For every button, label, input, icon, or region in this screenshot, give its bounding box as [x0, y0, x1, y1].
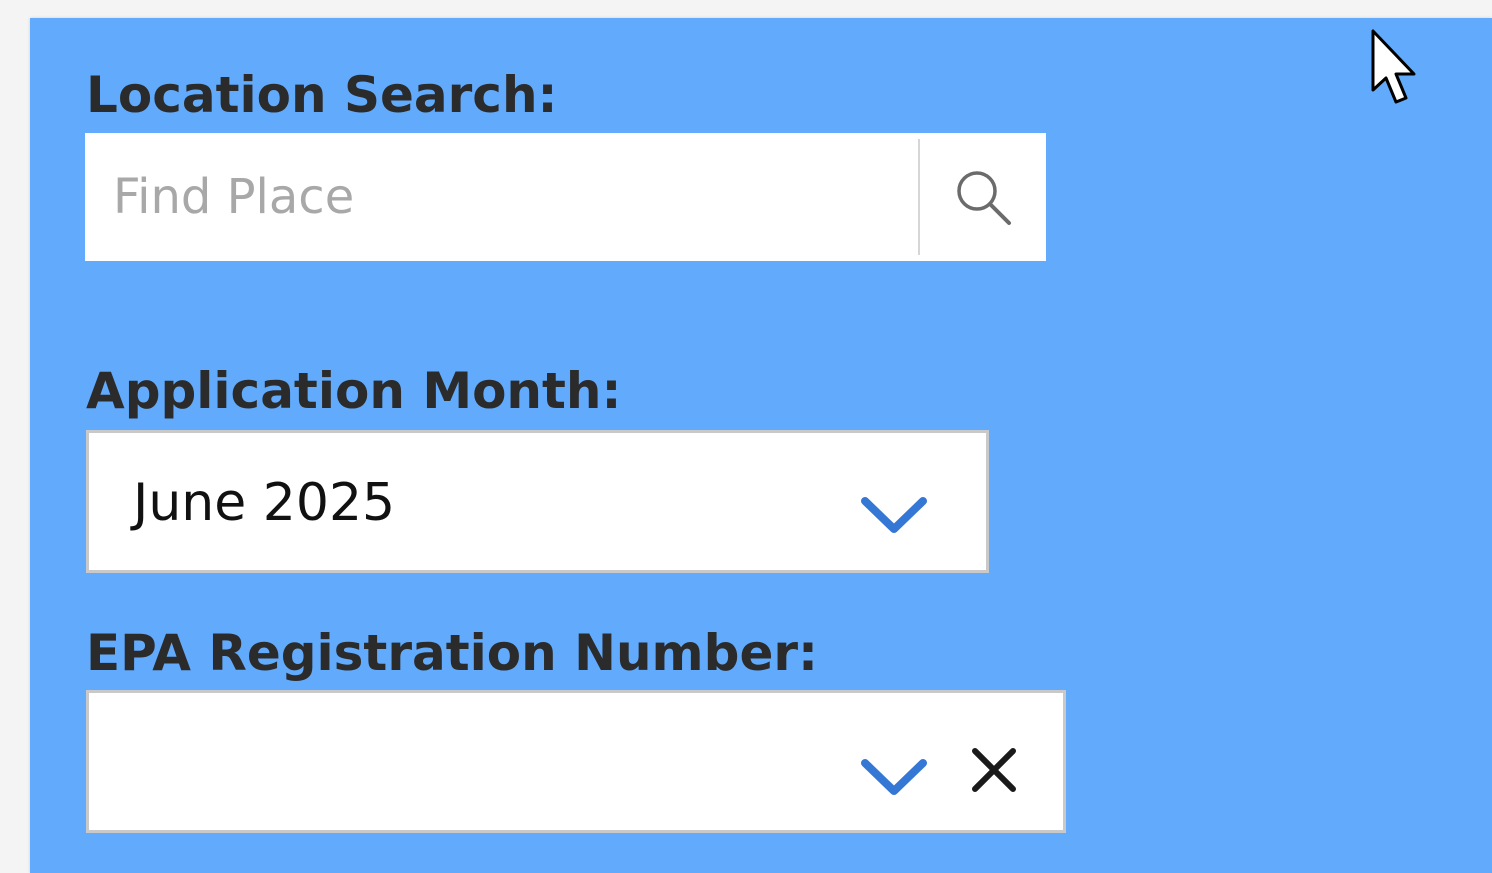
filter-panel: Location Search: Application Month: June…	[30, 18, 1492, 873]
mouse-cursor-icon	[1371, 29, 1416, 104]
close-icon[interactable]	[969, 745, 1019, 795]
application-month-value: June 2025	[133, 473, 396, 533]
search-icon	[957, 171, 1011, 225]
application-month-select[interactable]: June 2025	[86, 430, 989, 573]
location-search-label: Location Search:	[86, 66, 558, 124]
location-search-box	[85, 133, 1046, 261]
search-button[interactable]	[920, 133, 1046, 261]
application-month-label: Application Month:	[86, 362, 622, 420]
epa-registration-select[interactable]	[86, 690, 1066, 833]
epa-registration-label: EPA Registration Number:	[86, 624, 819, 682]
chevron-down-icon[interactable]	[859, 755, 929, 799]
location-search-input[interactable]	[85, 133, 918, 261]
chevron-down-icon[interactable]	[859, 493, 929, 537]
